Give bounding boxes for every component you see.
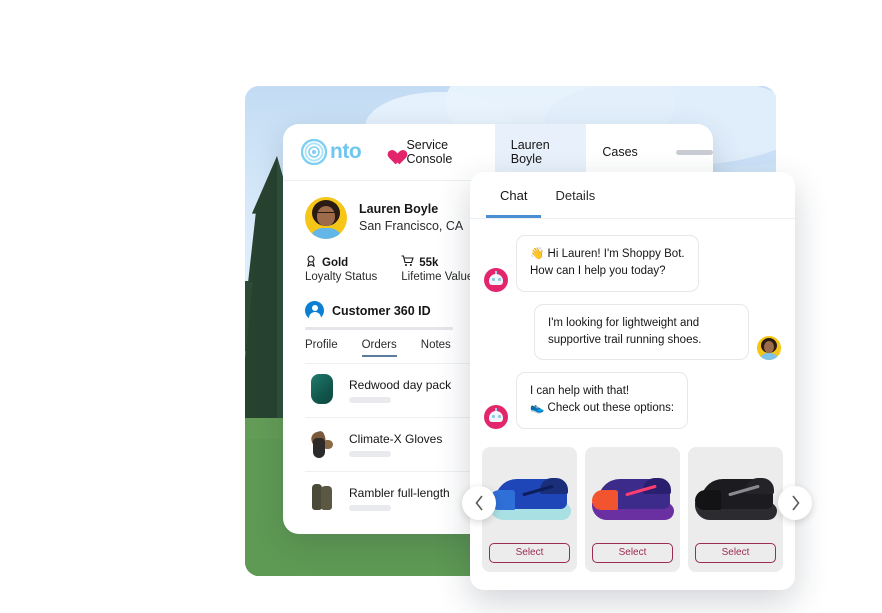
chevron-left-icon[interactable] bbox=[462, 486, 496, 520]
backpack-thumb-icon bbox=[307, 373, 337, 408]
order-name: Climate-X Gloves bbox=[349, 432, 443, 446]
stat-loyalty-status: Gold Loyalty Status bbox=[305, 255, 377, 283]
nto-logo-icon bbox=[300, 138, 328, 166]
cart-icon bbox=[401, 255, 414, 270]
purple-orange-trail-shoe-image bbox=[592, 455, 674, 533]
boots-thumb-icon bbox=[307, 482, 337, 516]
order-name: Rambler full-length bbox=[349, 486, 450, 500]
chat-tabs: Chat Details bbox=[470, 172, 795, 219]
header-placeholder-bar bbox=[675, 149, 713, 155]
product-card[interactable]: Select bbox=[688, 446, 783, 572]
message-bubble: 👋 Hi Lauren! I'm Shoppy Bot. How can I h… bbox=[516, 235, 699, 292]
chevron-right-icon[interactable] bbox=[778, 486, 812, 520]
header-tab-label: Service Console bbox=[406, 138, 453, 166]
skeleton-bar bbox=[349, 451, 391, 457]
message-bubble: I'm looking for lightweight and supporti… bbox=[534, 303, 749, 360]
tab-chat[interactable]: Chat bbox=[486, 172, 542, 218]
select-button[interactable]: Select bbox=[489, 542, 570, 563]
person-badge-icon bbox=[305, 301, 324, 320]
customer-location: San Francisco, CA bbox=[359, 218, 464, 233]
avatar bbox=[305, 197, 347, 239]
tab-details[interactable]: Details bbox=[541, 172, 609, 218]
gloves-thumb-icon bbox=[307, 428, 337, 462]
subtab-notes[interactable]: Notes bbox=[421, 339, 451, 357]
stat-label: Loyalty Status bbox=[305, 271, 378, 283]
user-avatar bbox=[757, 336, 781, 360]
chat-message-user: I'm looking for lightweight and supporti… bbox=[484, 303, 781, 360]
subtab-profile[interactable]: Profile bbox=[305, 339, 338, 357]
black-trail-shoe-image bbox=[695, 455, 777, 533]
message-bubble: I can help with that! 👟 Check out these … bbox=[516, 372, 689, 429]
nto-logo-text: nto bbox=[330, 140, 362, 163]
subtab-orders[interactable]: Orders bbox=[361, 339, 397, 357]
order-name: Redwood day pack bbox=[349, 378, 452, 392]
stat-lifetime-value: 55k Lifetime Value bbox=[401, 255, 473, 283]
skeleton-bar bbox=[349, 397, 391, 403]
product-card[interactable]: Select bbox=[482, 446, 577, 572]
header-tab-label: Cases bbox=[602, 145, 638, 159]
bot-avatar-icon bbox=[484, 267, 508, 292]
blue-trail-shoe-image bbox=[489, 455, 571, 533]
divider bbox=[305, 327, 453, 330]
product-carousel: Select Select Select bbox=[470, 441, 795, 586]
chat-message-bot: 👋 Hi Lauren! I'm Shoppy Bot. How can I h… bbox=[484, 235, 781, 292]
customer-name: Lauren Boyle bbox=[359, 202, 439, 217]
section-title: Customer 360 ID bbox=[332, 303, 431, 318]
product-card[interactable]: Select bbox=[585, 446, 680, 572]
badge-icon bbox=[305, 255, 317, 270]
skeleton-bar bbox=[349, 505, 391, 511]
chat-messages: 👋 Hi Lauren! I'm Shoppy Bot. How can I h… bbox=[470, 219, 795, 429]
select-button[interactable]: Select bbox=[695, 542, 776, 563]
chat-panel: Chat Details 👋 Hi Lauren! I'm Shoppy Bot… bbox=[470, 172, 795, 590]
header-tab-service-console[interactable]: Service Console bbox=[369, 124, 495, 181]
select-button[interactable]: Select bbox=[592, 542, 673, 563]
stat-value: Gold bbox=[322, 256, 349, 269]
stat-value: 55k bbox=[419, 256, 439, 269]
bot-avatar-icon bbox=[484, 404, 508, 429]
heart-icon bbox=[385, 144, 399, 160]
nto-logo: nto bbox=[300, 138, 369, 166]
chat-message-bot: I can help with that! 👟 Check out these … bbox=[484, 372, 781, 429]
stat-label: Lifetime Value bbox=[401, 271, 474, 283]
header-tab-label: Lauren Boyle bbox=[510, 138, 550, 166]
screenshot-root: nto Service Console Lauren Boyle Cases L… bbox=[0, 0, 882, 613]
